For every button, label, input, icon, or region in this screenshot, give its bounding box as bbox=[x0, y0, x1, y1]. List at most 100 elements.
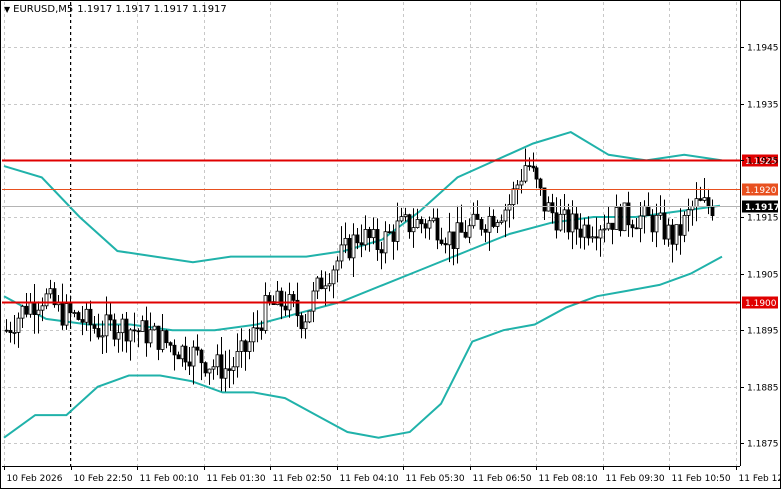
candle-body bbox=[108, 314, 113, 321]
y-tick-label: 1.1885 bbox=[747, 384, 779, 394]
candle-body bbox=[614, 207, 619, 230]
candle-body bbox=[423, 223, 428, 229]
candle-body bbox=[44, 293, 49, 307]
candle-body bbox=[566, 209, 571, 233]
candle-body bbox=[40, 305, 45, 311]
candle-body bbox=[156, 325, 161, 350]
current-price-label: 1.1917 bbox=[745, 203, 780, 213]
candle-body bbox=[84, 308, 89, 323]
candle-body bbox=[207, 368, 212, 374]
candle-body bbox=[447, 231, 452, 246]
candle-body bbox=[439, 239, 444, 244]
candle-body bbox=[88, 308, 93, 326]
candle-body bbox=[710, 206, 715, 217]
candle-body bbox=[527, 165, 532, 168]
candle-body bbox=[172, 344, 177, 356]
candle-body bbox=[431, 217, 436, 222]
candle-body bbox=[60, 301, 65, 326]
candle-body bbox=[642, 205, 647, 217]
candle-body bbox=[120, 318, 125, 334]
candle-body bbox=[467, 225, 472, 238]
x-tick-label: 11 Feb 12:10 bbox=[739, 474, 781, 484]
candle-body bbox=[32, 302, 37, 316]
y-tick-label: 1.1905 bbox=[747, 271, 779, 281]
ohlc-values: 1.1917 1.1917 1.1917 1.1917 bbox=[77, 4, 227, 15]
candle-body bbox=[267, 295, 272, 302]
candle-body bbox=[183, 345, 188, 363]
candle-body bbox=[231, 366, 236, 371]
candle-body bbox=[606, 222, 611, 230]
price-level-label: 1.1920 bbox=[745, 186, 777, 196]
candle-body bbox=[132, 329, 137, 332]
candle-body bbox=[327, 283, 332, 287]
candle-body bbox=[140, 320, 145, 332]
candle-body bbox=[395, 220, 400, 242]
candle-body bbox=[160, 330, 165, 350]
candle-body bbox=[303, 321, 308, 330]
candle-body bbox=[598, 229, 603, 239]
x-tick-label: 11 Feb 05:30 bbox=[406, 474, 465, 484]
candle-body bbox=[455, 222, 460, 249]
candle-body bbox=[507, 204, 512, 211]
candle-body bbox=[519, 180, 524, 186]
candle-body bbox=[590, 236, 595, 239]
candle-body bbox=[387, 231, 392, 234]
candle-body bbox=[307, 310, 312, 323]
candle-body bbox=[112, 319, 117, 340]
candle-body bbox=[582, 224, 587, 238]
candle-body bbox=[8, 330, 13, 333]
candle-body bbox=[339, 244, 344, 262]
price-level-label: 1.1900 bbox=[745, 299, 777, 309]
candle-body bbox=[235, 351, 240, 368]
x-tick-label: 11 Feb 09:30 bbox=[606, 474, 665, 484]
candle-body bbox=[187, 361, 192, 367]
candle-body bbox=[215, 354, 220, 368]
x-tick-label: 11 Feb 08:10 bbox=[539, 474, 598, 484]
candle-body bbox=[686, 209, 691, 216]
candle-body bbox=[319, 277, 324, 290]
dropdown-triangle-icon[interactable]: ▼ bbox=[4, 5, 10, 14]
candle-body bbox=[538, 178, 543, 189]
candle-body bbox=[694, 198, 699, 207]
candle-body bbox=[638, 215, 643, 229]
y-tick-label: 1.1925 bbox=[747, 157, 779, 167]
candle-body bbox=[550, 202, 555, 214]
candle-body bbox=[451, 231, 456, 249]
candle-body bbox=[499, 220, 504, 223]
x-tick-label: 10 Feb 22:50 bbox=[74, 474, 133, 484]
x-tick-label: 11 Feb 10:50 bbox=[672, 474, 731, 484]
price-chart[interactable]: 1.1925 1.1920 1.1900 1.1917 10 Feb 2026 10 F… bbox=[0, 0, 781, 489]
candle-body bbox=[283, 305, 288, 311]
candle-body bbox=[407, 214, 412, 233]
candle-body bbox=[315, 277, 320, 292]
candle-body bbox=[16, 317, 21, 333]
candle-body bbox=[128, 329, 133, 342]
candle-body bbox=[658, 212, 663, 216]
symbol-label: EURUSD,M5 bbox=[13, 4, 74, 15]
candle-body bbox=[674, 224, 679, 245]
candle-body bbox=[92, 324, 97, 329]
candle-body bbox=[666, 224, 671, 240]
candle-body bbox=[335, 260, 340, 271]
candle-body bbox=[475, 213, 480, 220]
candle-body bbox=[534, 167, 539, 180]
candle-body bbox=[72, 312, 77, 314]
candle-body bbox=[706, 197, 711, 207]
candle-body bbox=[223, 368, 228, 379]
candle-body bbox=[670, 224, 675, 245]
x-tick-label: 10 Feb 2026 bbox=[7, 474, 63, 484]
candle-body bbox=[36, 309, 41, 316]
candle-body bbox=[152, 325, 157, 331]
candle-body bbox=[203, 362, 208, 374]
candle-body bbox=[411, 227, 416, 233]
candle-body bbox=[491, 215, 496, 227]
candle-body bbox=[80, 319, 85, 323]
candle-body bbox=[343, 237, 348, 246]
candle-body bbox=[144, 320, 149, 344]
candle-body bbox=[351, 234, 356, 259]
y-tick-label: 1.1915 bbox=[747, 214, 779, 224]
candle-body bbox=[650, 215, 655, 233]
candle-body bbox=[4, 329, 9, 332]
candle-body bbox=[479, 219, 484, 230]
candle-body bbox=[180, 345, 185, 360]
